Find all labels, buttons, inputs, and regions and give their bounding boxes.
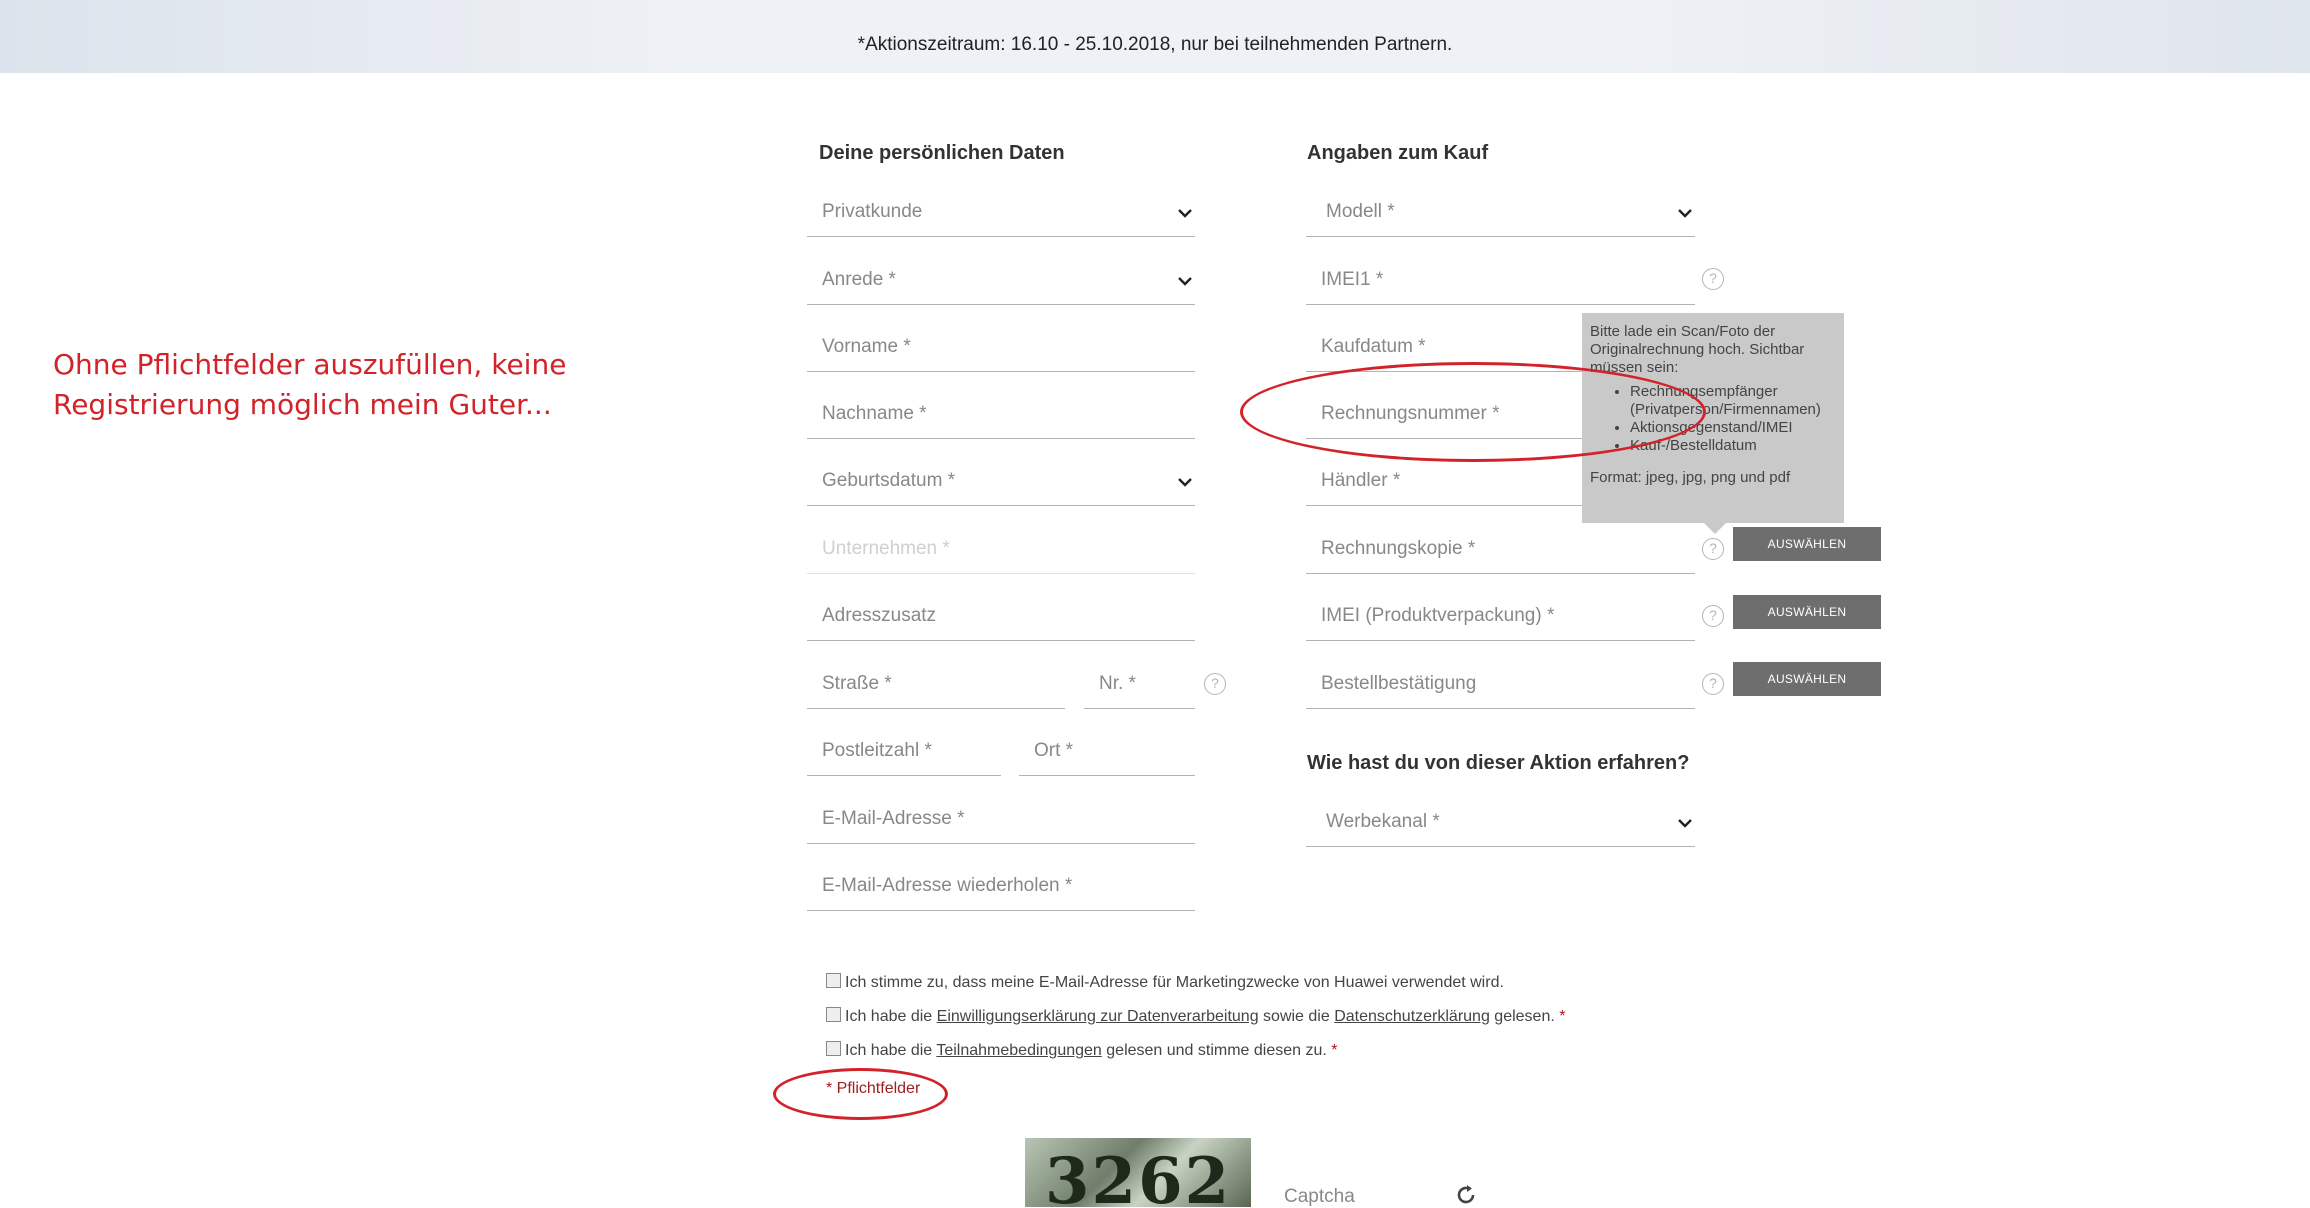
chevron-down-icon — [1178, 277, 1192, 286]
privacy-consent[interactable]: Ich habe die Einwilligungserklärung zur … — [826, 1007, 1565, 1026]
promo-period-text: *Aktionszeitraum: 16.10 - 25.10.2018, nu… — [857, 34, 1453, 55]
source-title: Wie hast du von dieser Aktion erfahren? — [1307, 752, 1690, 774]
top-banner: *Aktionszeitraum: 16.10 - 25.10.2018, nu… — [0, 0, 2310, 73]
consent-declaration-link[interactable]: Einwilligungserklärung zur Datenverarbei… — [937, 1008, 1259, 1025]
last-name-label: Nachname * — [822, 403, 927, 424]
customer-type-value: Privatkunde — [822, 201, 923, 222]
company-field: Unternehmen * — [807, 516, 1195, 574]
chevron-down-icon — [1178, 209, 1192, 218]
imei1-label: IMEI1 * — [1321, 269, 1384, 290]
last-name-field[interactable]: Nachname * — [807, 381, 1195, 439]
invoice-number-highlight — [1240, 362, 1706, 462]
email-label: E-Mail-Adresse * — [822, 808, 965, 829]
privacy-checkbox[interactable] — [826, 1007, 841, 1022]
order-confirmation-select-button[interactable]: AUSWÄHLEN — [1733, 662, 1881, 696]
birthdate-select[interactable]: Geburtsdatum * — [807, 448, 1195, 506]
chevron-down-icon — [1178, 478, 1192, 487]
salutation-select[interactable]: Anrede * — [807, 247, 1195, 305]
tooltip-format: Format: jpeg, jpg, png und pdf — [1590, 469, 1791, 486]
marketing-consent[interactable]: Ich stimme zu, dass meine E-Mail-Adresse… — [826, 973, 1504, 992]
first-name-field[interactable]: Vorname * — [807, 314, 1195, 372]
first-name-label: Vorname * — [822, 336, 911, 357]
marketing-checkbox[interactable] — [826, 973, 841, 988]
purchase-date-label: Kaufdatum * — [1321, 336, 1426, 357]
house-number-field[interactable]: Nr. * — [1084, 651, 1195, 709]
birthdate-label: Geburtsdatum * — [822, 470, 956, 491]
email-repeat-field[interactable]: E-Mail-Adresse wiederholen * — [807, 853, 1195, 911]
terms-link[interactable]: Teilnahmebedingungen — [936, 1042, 1101, 1059]
address-extra-label: Adresszusatz — [822, 605, 937, 626]
help-icon[interactable]: ? — [1204, 673, 1226, 695]
house-number-label: Nr. * — [1099, 673, 1136, 694]
refresh-icon[interactable] — [1454, 1183, 1478, 1207]
model-label: Modell * — [1326, 201, 1395, 222]
privacy-text-pre: Ich habe die — [845, 1008, 933, 1025]
privacy-text-mid: sowie die — [1263, 1008, 1330, 1025]
order-confirmation-field[interactable]: Bestellbestätigung — [1306, 651, 1695, 709]
customer-type-select[interactable]: Privatkunde — [807, 179, 1195, 237]
salutation-label: Anrede * — [822, 269, 896, 290]
terms-consent[interactable]: Ich habe die Teilnahmebedingungen gelese… — [826, 1041, 1338, 1060]
required-star: * — [1331, 1042, 1338, 1059]
annotation-note: Ohne Pflichtfelder auszufüllen, keine Re… — [53, 348, 567, 421]
marketing-consent-text: Ich stimme zu, dass meine E-Mail-Adresse… — [845, 974, 1504, 991]
privacy-text-post: gelesen. — [1494, 1008, 1555, 1025]
imei1-field[interactable]: IMEI1 * — [1306, 247, 1695, 305]
purchase-data-title: Angaben zum Kauf — [1307, 142, 1489, 164]
zip-label: Postleitzahl * — [822, 740, 932, 761]
imei-packaging-select-button[interactable]: AUSWÄHLEN — [1733, 595, 1881, 629]
model-select[interactable]: Modell * — [1306, 179, 1695, 237]
invoice-copy-field[interactable]: Rechnungskopie * — [1306, 516, 1695, 574]
tooltip-arrow — [1703, 522, 1727, 534]
ad-channel-select[interactable]: Werbekanal * — [1306, 789, 1695, 847]
terms-checkbox[interactable] — [826, 1041, 841, 1056]
ad-channel-label: Werbekanal * — [1326, 811, 1440, 832]
help-icon[interactable]: ? — [1702, 605, 1724, 627]
help-icon[interactable]: ? — [1702, 268, 1724, 290]
captcha-image: 3262 — [1025, 1138, 1251, 1207]
order-confirmation-label: Bestellbestätigung — [1321, 673, 1477, 694]
invoice-copy-label: Rechnungskopie * — [1321, 538, 1476, 559]
imei-packaging-field[interactable]: IMEI (Produktverpackung) * — [1306, 583, 1695, 641]
privacy-policy-link[interactable]: Datenschutzerklärung — [1334, 1008, 1490, 1025]
city-label: Ort * — [1034, 740, 1074, 761]
imei-packaging-label: IMEI (Produktverpackung) * — [1321, 605, 1555, 626]
tooltip-intro: Bitte lade ein Scan/Foto der Originalrec… — [1590, 323, 1805, 376]
street-field[interactable]: Straße * — [807, 651, 1065, 709]
email-field[interactable]: E-Mail-Adresse * — [807, 786, 1195, 844]
city-field[interactable]: Ort * — [1019, 718, 1195, 776]
street-label: Straße * — [822, 673, 892, 694]
required-note-highlight — [773, 1068, 948, 1120]
help-icon[interactable]: ? — [1702, 538, 1724, 560]
invoice-copy-select-button[interactable]: AUSWÄHLEN — [1733, 527, 1881, 561]
company-label: Unternehmen * — [822, 538, 950, 559]
terms-text-pre: Ich habe die — [845, 1042, 933, 1059]
personal-data-title: Deine persönlichen Daten — [819, 142, 1065, 164]
zip-field[interactable]: Postleitzahl * — [807, 718, 1001, 776]
required-star: * — [1559, 1008, 1566, 1025]
dealer-label: Händler * — [1321, 470, 1401, 491]
captcha-label: Captcha — [1284, 1186, 1355, 1207]
email-repeat-label: E-Mail-Adresse wiederholen * — [822, 875, 1073, 896]
chevron-down-icon — [1678, 819, 1692, 828]
address-extra-field[interactable]: Adresszusatz — [807, 583, 1195, 641]
terms-text-post: gelesen und stimme diesen zu. — [1106, 1042, 1327, 1059]
help-icon[interactable]: ? — [1702, 673, 1724, 695]
captcha-code: 3262 — [1045, 1144, 1232, 1207]
chevron-down-icon — [1678, 209, 1692, 218]
